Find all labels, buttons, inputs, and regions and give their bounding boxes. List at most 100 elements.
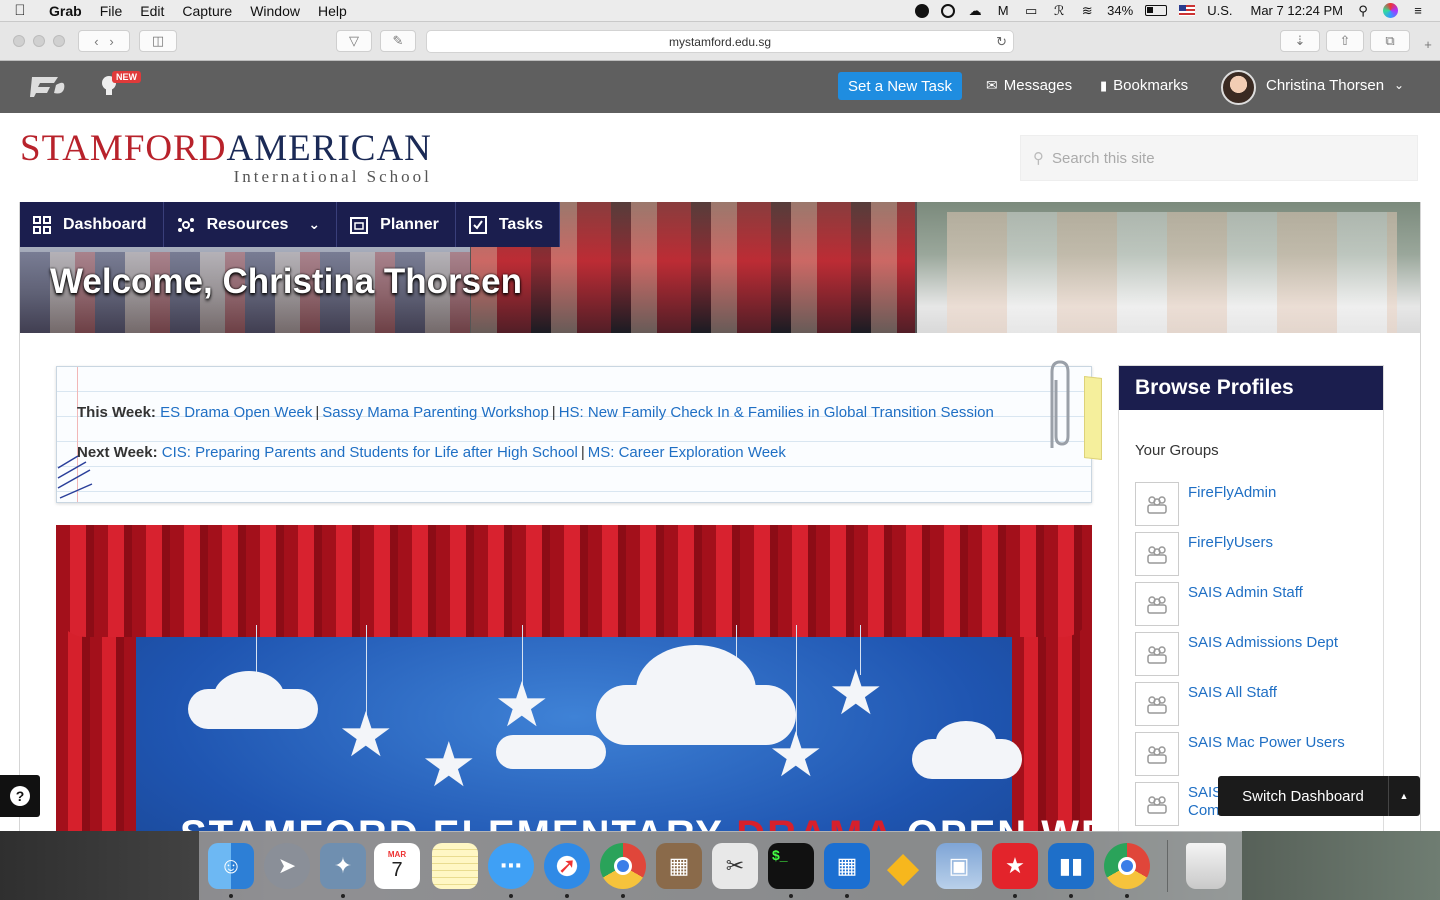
menu-capture[interactable]: Capture bbox=[173, 3, 241, 19]
menu-app[interactable]: Grab bbox=[40, 3, 91, 19]
share-button[interactable]: ⇧ bbox=[1326, 30, 1364, 52]
title-part: OPEN WEEK bbox=[894, 813, 1092, 831]
menu-window[interactable]: Window bbox=[241, 3, 309, 19]
siri-icon[interactable] bbox=[1383, 3, 1398, 18]
this-week-label: This Week: bbox=[77, 404, 156, 421]
sketch-icon[interactable]: ◆ bbox=[880, 843, 926, 890]
calculator-icon[interactable]: ▦ bbox=[656, 843, 702, 889]
group-link[interactable]: FireFlyAdmin bbox=[1188, 484, 1276, 501]
caret-up-icon[interactable]: ▲ bbox=[1388, 776, 1419, 816]
user-avatar[interactable] bbox=[1221, 70, 1256, 105]
battery-icon[interactable] bbox=[1145, 5, 1168, 16]
set-new-task-button[interactable]: Set a New Task bbox=[838, 72, 962, 100]
mosaic-icon[interactable]: ▦ bbox=[824, 843, 870, 889]
running-indicator bbox=[565, 894, 569, 898]
m-app-icon[interactable]: M bbox=[995, 3, 1011, 19]
extension-button[interactable]: ✎ bbox=[380, 30, 416, 52]
group-item[interactable]: SAIS All Staff bbox=[1135, 682, 1375, 726]
group-item[interactable]: SAIS Admin Staff bbox=[1135, 582, 1375, 626]
notes-icon[interactable] bbox=[432, 843, 478, 889]
group-link[interactable]: SAIS All Staff bbox=[1188, 684, 1277, 701]
terminal-icon[interactable]: $_ bbox=[768, 843, 814, 889]
address-bar[interactable]: mystamford.edu.sg ↻ bbox=[426, 30, 1014, 53]
calendar-app-icon[interactable]: MAR 7 bbox=[374, 843, 420, 889]
wifi-icon[interactable]: ≋ bbox=[1079, 3, 1095, 19]
drama-week-image[interactable]: ★ ★ ★ ★ ★ STAMFORD ELEMENTARY DRAMA OPEN… bbox=[56, 525, 1092, 831]
back-forward-buttons[interactable]: ‹ › bbox=[78, 30, 130, 52]
notice-link[interactable]: ES Drama Open Week bbox=[160, 404, 312, 421]
group-link[interactable]: FireFlyUsers bbox=[1188, 534, 1273, 551]
forward-icon[interactable]: › bbox=[109, 34, 113, 49]
script-editor-icon[interactable]: ✂ bbox=[712, 843, 758, 889]
airplay-icon[interactable]: ▭ bbox=[1023, 3, 1039, 19]
reload-icon[interactable]: ↻ bbox=[996, 34, 1007, 50]
group-link[interactable]: SAIS Admin Staff bbox=[1188, 584, 1303, 601]
notification-center-icon[interactable]: ≡ bbox=[1410, 3, 1426, 19]
back-icon[interactable]: ‹ bbox=[94, 34, 98, 49]
menu-bar:  Grab File Edit Capture Window Help ☁ M… bbox=[0, 0, 1440, 22]
pocket-button[interactable]: ▽ bbox=[336, 30, 372, 52]
running-indicator bbox=[509, 894, 513, 898]
trash-icon[interactable] bbox=[1186, 843, 1226, 889]
running-indicator bbox=[341, 894, 345, 898]
chrome-icon[interactable] bbox=[1104, 843, 1150, 889]
switch-dashboard-label: Switch Dashboard bbox=[1242, 787, 1364, 805]
bookmarks-label: Bookmarks bbox=[1113, 77, 1189, 94]
sidebar-icon: ◫ bbox=[151, 33, 165, 48]
firefly-logo-icon[interactable] bbox=[28, 73, 68, 101]
safari-icon[interactable]: ➚ bbox=[544, 843, 590, 889]
user-menu-name[interactable]: Christina Thorsen bbox=[1266, 77, 1384, 94]
menu-edit[interactable]: Edit bbox=[131, 3, 173, 19]
chrome-icon[interactable] bbox=[600, 843, 646, 889]
separator: | bbox=[551, 404, 556, 421]
menu-file[interactable]: File bbox=[91, 3, 132, 19]
running-indicator bbox=[1013, 894, 1017, 898]
creative-cloud-icon[interactable]: ☁ bbox=[967, 3, 983, 19]
minimize-window-button[interactable] bbox=[33, 35, 45, 47]
menu-help[interactable]: Help bbox=[309, 3, 356, 19]
image-capture-icon[interactable]: ▣ bbox=[936, 843, 982, 889]
running-indicator bbox=[789, 894, 793, 898]
messages-app-icon[interactable]: ⋯ bbox=[488, 843, 534, 889]
next-week-line: Next Week: CIS: Preparing Parents and St… bbox=[77, 444, 786, 461]
chevron-down-icon[interactable]: ⌄ bbox=[1394, 78, 1404, 92]
zoom-window-button[interactable] bbox=[53, 35, 65, 47]
page-main-area: This Week: ES Drama Open Week | Sassy Mama… bbox=[0, 113, 1440, 831]
notice-link[interactable]: HS: New Family Check In & Families in Gl… bbox=[559, 404, 994, 421]
group-item[interactable]: FireFlyUsers bbox=[1135, 532, 1375, 576]
group-item[interactable]: SAIS Mac Power Users bbox=[1135, 732, 1375, 776]
tabs-icon: ⧉ bbox=[1385, 33, 1395, 48]
bookmark-app-icon[interactable]: ★ bbox=[992, 843, 1038, 889]
onepassword-icon[interactable] bbox=[941, 3, 956, 18]
help-button[interactable]: ? bbox=[0, 775, 40, 817]
group-link[interactable]: SAIS Admissions Dept bbox=[1188, 634, 1338, 651]
group-item[interactable]: SAIS Admissions Dept bbox=[1135, 632, 1375, 676]
close-window-button[interactable] bbox=[13, 35, 25, 47]
spotlight-icon[interactable]: ⚲ bbox=[1355, 3, 1371, 19]
apple-icon[interactable]:  bbox=[0, 2, 40, 19]
envelope-icon: ✉ bbox=[986, 77, 998, 93]
group-item[interactable]: FireFlyAdmin bbox=[1135, 482, 1375, 526]
sidebar-toggle-button[interactable]: ◫ bbox=[139, 30, 177, 52]
notice-link[interactable]: CIS: Preparing Parents and Students for … bbox=[162, 444, 578, 461]
clock[interactable]: Mar 7 12:24 PM bbox=[1251, 3, 1344, 18]
new-tab-button[interactable]: + bbox=[1418, 34, 1438, 54]
notice-link[interactable]: Sassy Mama Parenting Workshop bbox=[322, 404, 549, 421]
string bbox=[796, 625, 797, 735]
trello-icon[interactable]: ▮▮ bbox=[1048, 843, 1094, 889]
launchpad-icon[interactable]: ➤ bbox=[264, 843, 310, 889]
cloud bbox=[214, 671, 284, 721]
notice-link[interactable]: MS: Career Exploration Week bbox=[588, 444, 786, 461]
downloads-button[interactable]: ⇣ bbox=[1280, 30, 1320, 52]
flag-icon[interactable] bbox=[1179, 5, 1196, 16]
input-source[interactable]: U.S. bbox=[1207, 3, 1232, 18]
status-dot-icon[interactable] bbox=[915, 3, 930, 18]
group-link[interactable]: SAIS Mac Power Users bbox=[1188, 734, 1345, 751]
finder-icon[interactable]: ☺ bbox=[208, 843, 254, 889]
tabs-overview-button[interactable]: ⧉ bbox=[1370, 30, 1410, 52]
messages-link[interactable]: ✉ Messages bbox=[986, 77, 1072, 94]
bookmarks-link[interactable]: ▮ Bookmarks bbox=[1100, 77, 1188, 94]
preview-icon[interactable]: ✦ bbox=[320, 843, 366, 889]
bluetooth-icon[interactable]: ℛ bbox=[1051, 3, 1067, 19]
switch-dashboard-button[interactable]: Switch Dashboard ▲ bbox=[1218, 776, 1420, 816]
